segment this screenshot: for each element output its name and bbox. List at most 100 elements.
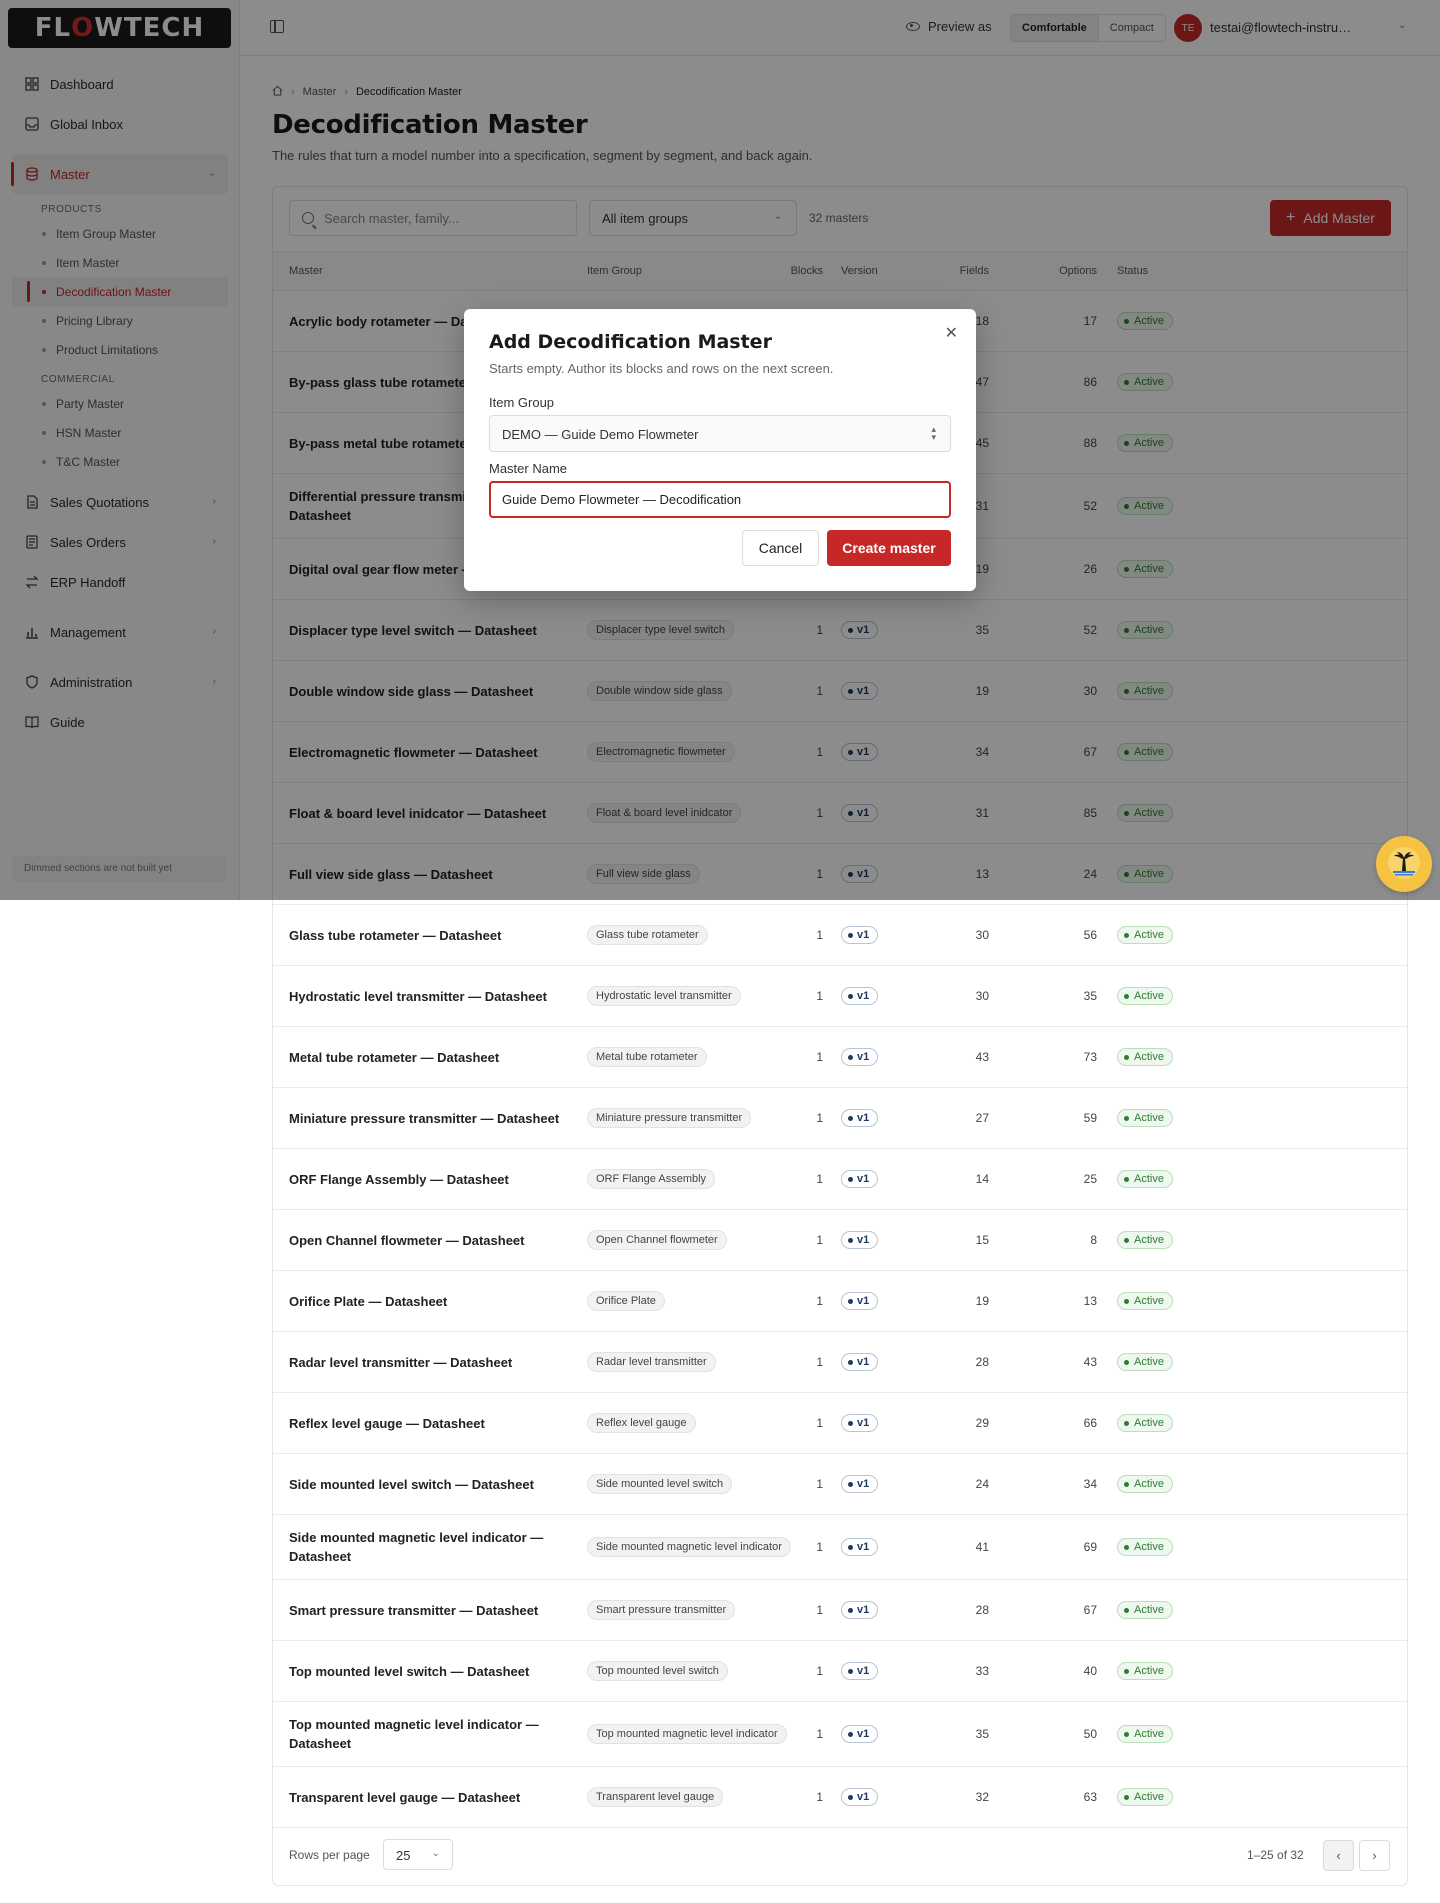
master-name-cell: Metal tube rotameter — Datasheet [289,1049,500,1065]
options-cell: 73 [1083,1050,1097,1064]
table-row[interactable]: Radar level transmitter — Datasheet Radar… [273,1332,1407,1393]
dialog-title: Add Decodification Master [489,331,772,353]
fields-cell: 41 [975,1540,989,1554]
master-name-cell: Top mounted magnetic level indicator — D… [289,1717,539,1751]
table-row[interactable]: Transparent level gauge — Datasheet Trans… [273,1767,1407,1828]
version-cell: v1 [841,1454,879,1514]
blocks-cell: 1 [816,1355,823,1369]
version-cell: v1 [841,1027,879,1087]
table-row[interactable]: Open Channel flowmeter — Datasheet Open C… [273,1210,1407,1271]
status-cell: Active [1117,1332,1173,1392]
status-badge: Active [1117,1662,1173,1680]
item-group-select-value: DEMO — Guide Demo Flowmeter [502,427,699,442]
assistant-button[interactable] [1376,836,1432,892]
item-group-badge: Side mounted level switch [587,1474,733,1494]
palm-tree-icon [1387,846,1421,883]
fields-cell: 30 [975,989,989,1003]
status-badge: Active [1117,1538,1173,1556]
item-group-cell: Hydrostatic level transmitter [587,966,741,1026]
table-row[interactable]: Side mounted level switch — Datasheet Sid… [273,1454,1407,1515]
next-page-button[interactable]: › [1359,1840,1390,1871]
version-cell: v1 [841,1149,879,1209]
master-name-cell: Glass tube rotameter — Datasheet [289,927,502,943]
table-row[interactable]: Top mounted magnetic level indicator — D… [273,1702,1407,1767]
blocks-cell: 1 [816,1233,823,1247]
options-cell: 35 [1083,989,1097,1003]
item-group-badge: Open Channel flowmeter [587,1230,727,1250]
fields-cell: 30 [975,928,989,942]
pagination-range: 1–25 of 32 [1247,1848,1304,1862]
add-master-dialog: ✕ Add Decodification Master Starts empty… [464,309,976,591]
status-cell: Active [1117,1393,1173,1453]
status-badge: Active [1117,1788,1173,1806]
options-cell: 63 [1083,1790,1097,1804]
status-cell: Active [1117,1580,1173,1640]
table-row[interactable]: Metal tube rotameter — Datasheet Metal tu… [273,1027,1407,1088]
status-badge: Active [1117,1048,1173,1066]
item-group-cell: Top mounted level switch [587,1641,728,1701]
fields-cell: 43 [975,1050,989,1064]
version-badge: v1 [841,1788,879,1806]
version-badge: v1 [841,1662,879,1680]
options-cell: 56 [1083,928,1097,942]
item-group-cell: Reflex level gauge [587,1393,696,1453]
item-group-cell: Orifice Plate [587,1271,665,1331]
version-badge: v1 [841,1170,879,1188]
table-row[interactable]: Glass tube rotameter — Datasheet Glass tu… [273,905,1407,966]
table-row[interactable]: Smart pressure transmitter — Datasheet Sm… [273,1580,1407,1641]
item-group-select[interactable]: DEMO — Guide Demo Flowmeter ▴ ▾ [489,415,951,452]
table-row[interactable]: Orifice Plate — Datasheet Orifice Plate 1 v… [273,1271,1407,1332]
version-cell: v1 [841,1088,879,1148]
fields-cell: 32 [975,1790,989,1804]
rows-per-page-select[interactable]: 25 ⌄ [383,1839,453,1870]
master-name-cell: Side mounted magnetic level indicator — … [289,1530,544,1564]
status-cell: Active [1117,1454,1173,1514]
master-name-cell: Reflex level gauge — Datasheet [289,1415,485,1431]
table-row[interactable]: Top mounted level switch — Datasheet Top … [273,1641,1407,1702]
status-cell: Active [1117,1767,1173,1827]
table-row[interactable]: Miniature pressure transmitter — Datashe… [273,1088,1407,1149]
version-cell: v1 [841,1332,879,1392]
version-badge: v1 [841,1414,879,1432]
table-row[interactable]: ORF Flange Assembly — Datasheet ORF Flang… [273,1149,1407,1210]
item-group-badge: Orifice Plate [587,1291,665,1311]
item-group-cell: Radar level transmitter [587,1332,716,1392]
version-cell: v1 [841,1767,879,1827]
status-badge: Active [1117,1725,1173,1743]
table-row[interactable]: Side mounted magnetic level indicator — … [273,1515,1407,1580]
options-cell: 8 [1090,1233,1097,1247]
previous-page-button[interactable]: ‹ [1323,1840,1354,1871]
blocks-cell: 1 [816,1172,823,1186]
item-group-badge: Top mounted level switch [587,1661,728,1681]
table-row[interactable]: Reflex level gauge — Datasheet Reflex lev… [273,1393,1407,1454]
master-name-cell: Orifice Plate — Datasheet [289,1293,448,1309]
fields-cell: 35 [975,1727,989,1741]
status-cell: Active [1117,966,1173,1026]
master-name-cell: Open Channel flowmeter — Datasheet [289,1232,525,1248]
cancel-button[interactable]: Cancel [742,530,819,566]
status-badge: Active [1117,926,1173,944]
chevron-left-icon: ‹ [1336,1848,1341,1863]
status-badge: Active [1117,987,1173,1005]
version-badge: v1 [841,1538,879,1556]
create-master-button[interactable]: Create master [827,530,951,566]
fields-cell: 28 [975,1355,989,1369]
blocks-cell: 1 [816,989,823,1003]
item-group-badge: Miniature pressure transmitter [587,1108,752,1128]
item-group-cell: Transparent level gauge [587,1767,724,1827]
blocks-cell: 1 [816,1111,823,1125]
close-icon[interactable]: ✕ [945,323,958,343]
status-badge: Active [1117,1231,1173,1249]
master-name-cell: ORF Flange Assembly — Datasheet [289,1171,509,1187]
options-cell: 25 [1083,1172,1097,1186]
blocks-cell: 1 [816,1477,823,1491]
status-badge: Active [1117,1109,1173,1127]
status-badge: Active [1117,1292,1173,1310]
item-group-cell: Smart pressure transmitter [587,1580,736,1640]
table-row[interactable]: Hydrostatic level transmitter — Datashee… [273,966,1407,1027]
item-group-badge: Radar level transmitter [587,1352,716,1372]
item-group-badge: Hydrostatic level transmitter [587,986,741,1006]
fields-cell: 33 [975,1664,989,1678]
master-name-input[interactable] [489,481,951,518]
master-name-cell: Top mounted level switch — Datasheet [289,1663,530,1679]
